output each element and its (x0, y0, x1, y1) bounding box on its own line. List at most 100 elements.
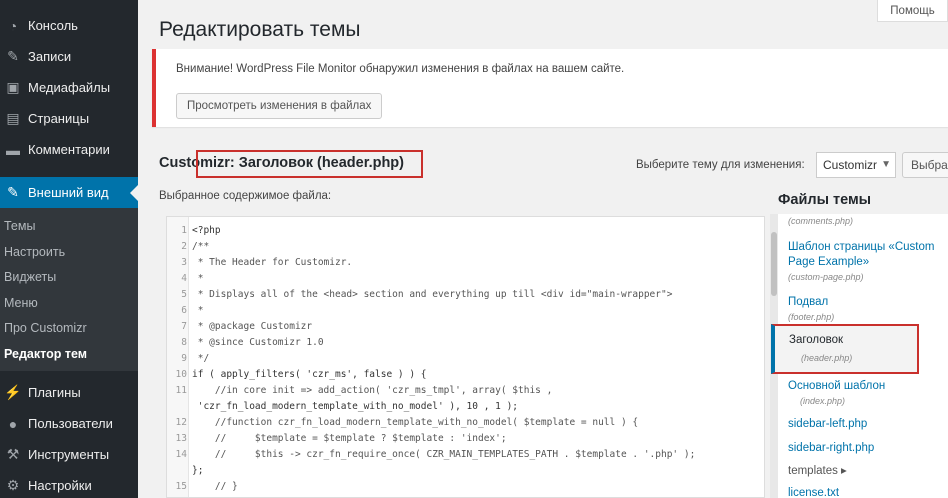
view-file-changes-button[interactable]: Просмотреть изменения в файлах (176, 93, 383, 119)
submenu-themes[interactable]: Темы (0, 214, 138, 240)
help-tab-button[interactable]: Помощь (877, 0, 948, 22)
menu-label: Медиафайлы (28, 80, 111, 95)
file-item-index[interactable]: Основной шаблон (788, 379, 885, 394)
code-line: 8 * @since Customizr 1.0 (167, 335, 764, 351)
code-line: 10 if ( apply_filters( 'czr_ms', false ) … (167, 367, 764, 383)
settings-icon: ⚙ (6, 477, 20, 493)
admin-sidebar: ◔ Консоль ✎ Записи ▣ Медиафайлы ▤ Страницы ▬… (0, 0, 138, 498)
menu-label: Внешний вид (28, 185, 109, 200)
menu-label: Пользователи (28, 416, 113, 431)
appearance-submenu: Темы Настроить Виджеты Меню Про Customiz… (0, 208, 138, 371)
line-code: // $template = $template ? $template : '… (192, 433, 507, 444)
submenu-menus[interactable]: Меню (0, 291, 138, 317)
code-line: 9 */ (167, 351, 764, 367)
theme-files-heading: Файлы темы (778, 192, 872, 208)
select-theme-button[interactable]: Выбра (902, 152, 948, 178)
line-number: 11 (175, 385, 187, 396)
dashboard-icon: ◔ (8, 17, 18, 34)
code-line: 7 * @package Customizr (167, 319, 764, 335)
appearance-icon: ✎ (7, 184, 19, 200)
sidebar-top-spacer (0, 0, 138, 10)
file-sub: (header.php) (801, 353, 853, 363)
file-item-sidebar-left[interactable]: sidebar-left.php (788, 417, 867, 432)
menu-pages[interactable]: ▤ Страницы (0, 103, 138, 134)
menu-appearance[interactable]: ✎ Внешний вид (0, 177, 138, 208)
file-item-header-selected[interactable]: Заголовок (header.php) (771, 324, 919, 374)
line-number: 6 (181, 305, 187, 316)
line-code: * (192, 273, 204, 284)
code-line: 6 * (167, 303, 764, 319)
menu-posts[interactable]: ✎ Записи (0, 41, 138, 72)
line-number: 3 (181, 257, 187, 268)
menu-label: Записи (28, 49, 72, 64)
theme-select[interactable]: Customizr ▼ (816, 152, 896, 178)
code-editor[interactable]: 1 <?php 2/** 3 * The Header for Customizr. 4… (166, 216, 765, 498)
code-line: 14 // $this -> czr_fn_require_once( CZR_… (167, 447, 764, 463)
line-code: //function czr_fn_load_modern_template_w… (192, 417, 639, 428)
code-line: 1 <?php (167, 223, 764, 239)
line-code: <?php (192, 225, 221, 236)
file-monitor-notice: Внимание! WordPress File Monitor обнаруж… (152, 49, 948, 127)
code-line: 3 * The Header for Customizr. (167, 255, 764, 271)
menu-label: Плагины (28, 385, 81, 400)
file-title-highlight-box (196, 150, 423, 178)
line-number: 2 (181, 241, 187, 252)
line-number: 13 (175, 433, 187, 444)
line-code: * Displays all of the <head> section and… (192, 289, 673, 300)
theme-select-value: Customizr (823, 158, 878, 172)
line-code: if ( apply_filters( 'czr_ms', false ) ) … (192, 369, 427, 380)
line-number: 1 (181, 225, 187, 236)
line-number: 10 (175, 369, 187, 380)
file-sub: (index.php) (800, 396, 846, 406)
menu-tools[interactable]: ⚒ Инструменты (0, 439, 138, 470)
users-icon: ● (8, 415, 18, 432)
line-number: 12 (175, 417, 187, 428)
menu-label: Страницы (28, 111, 90, 126)
file-item-sidebar-right[interactable]: sidebar-right.php (788, 441, 874, 456)
plugins-icon: ⚡ (4, 384, 22, 400)
chevron-down-icon: ▼ (881, 159, 891, 170)
line-number: 9 (181, 353, 187, 364)
code-line: 5 * Displays all of the <head> section a… (167, 287, 764, 303)
file-item-license[interactable]: license.txt (788, 486, 839, 498)
line-number: 14 (175, 449, 187, 460)
submenu-theme-editor[interactable]: Редактор тем (0, 342, 138, 368)
theme-select-label: Выберите тему для изменения: (636, 159, 805, 171)
comments-icon: ▬ (6, 141, 20, 158)
menu-label: Настройки (28, 478, 92, 493)
submenu-about-customizr[interactable]: Про Customizr (0, 316, 138, 342)
notice-text: Внимание! WordPress File Monitor обнаруж… (176, 63, 625, 75)
file-item-footer[interactable]: Подвал (788, 295, 828, 310)
code-line: 13 // $template = $template ? $template … (167, 431, 764, 447)
file-content-label: Выбранное содержимое файла: (159, 190, 332, 202)
line-number: 15 (175, 481, 187, 492)
line-code: * @package Customizr (192, 321, 313, 332)
line-code: * The Header for Customizr. (192, 257, 353, 268)
file-name: Шаблон страницы «Custom (788, 241, 935, 253)
file-sub: (custom-page.php) (788, 272, 864, 282)
line-code: //in core init => add_action( 'czr_ms_tm… (192, 385, 553, 396)
page-title: Редактировать темы (159, 18, 361, 41)
menu-label: Консоль (28, 18, 78, 33)
submenu-widgets[interactable]: Виджеты (0, 265, 138, 291)
menu-settings[interactable]: ⚙ Настройки (0, 470, 138, 498)
sidebar-separator (0, 165, 138, 177)
menu-dashboard[interactable]: ◔ Консоль (0, 10, 138, 41)
code-line: 4 * (167, 271, 764, 287)
pages-icon: ▤ (6, 110, 20, 126)
code-line: }; (167, 463, 764, 479)
pin-icon: ✎ (7, 48, 19, 64)
menu-plugins[interactable]: ⚡ Плагины (0, 377, 138, 408)
menu-comments[interactable]: ▬ Комментарии (0, 134, 138, 165)
files-scrollbar-thumb[interactable] (771, 232, 777, 296)
submenu-customize[interactable]: Настроить (0, 240, 138, 266)
line-number: 4 (181, 273, 187, 284)
line-number: 8 (181, 337, 187, 348)
menu-media[interactable]: ▣ Медиафайлы (0, 72, 138, 103)
file-item-templates-folder[interactable]: templates ▸ (788, 464, 847, 479)
file-name: Заголовок (789, 334, 844, 346)
line-code: * @since Customizr 1.0 (192, 337, 324, 348)
tools-icon: ⚒ (6, 446, 20, 462)
file-item-custom-page[interactable]: Шаблон страницы «Custom Page Example» (788, 240, 934, 270)
menu-users[interactable]: ● Пользователи (0, 408, 138, 439)
